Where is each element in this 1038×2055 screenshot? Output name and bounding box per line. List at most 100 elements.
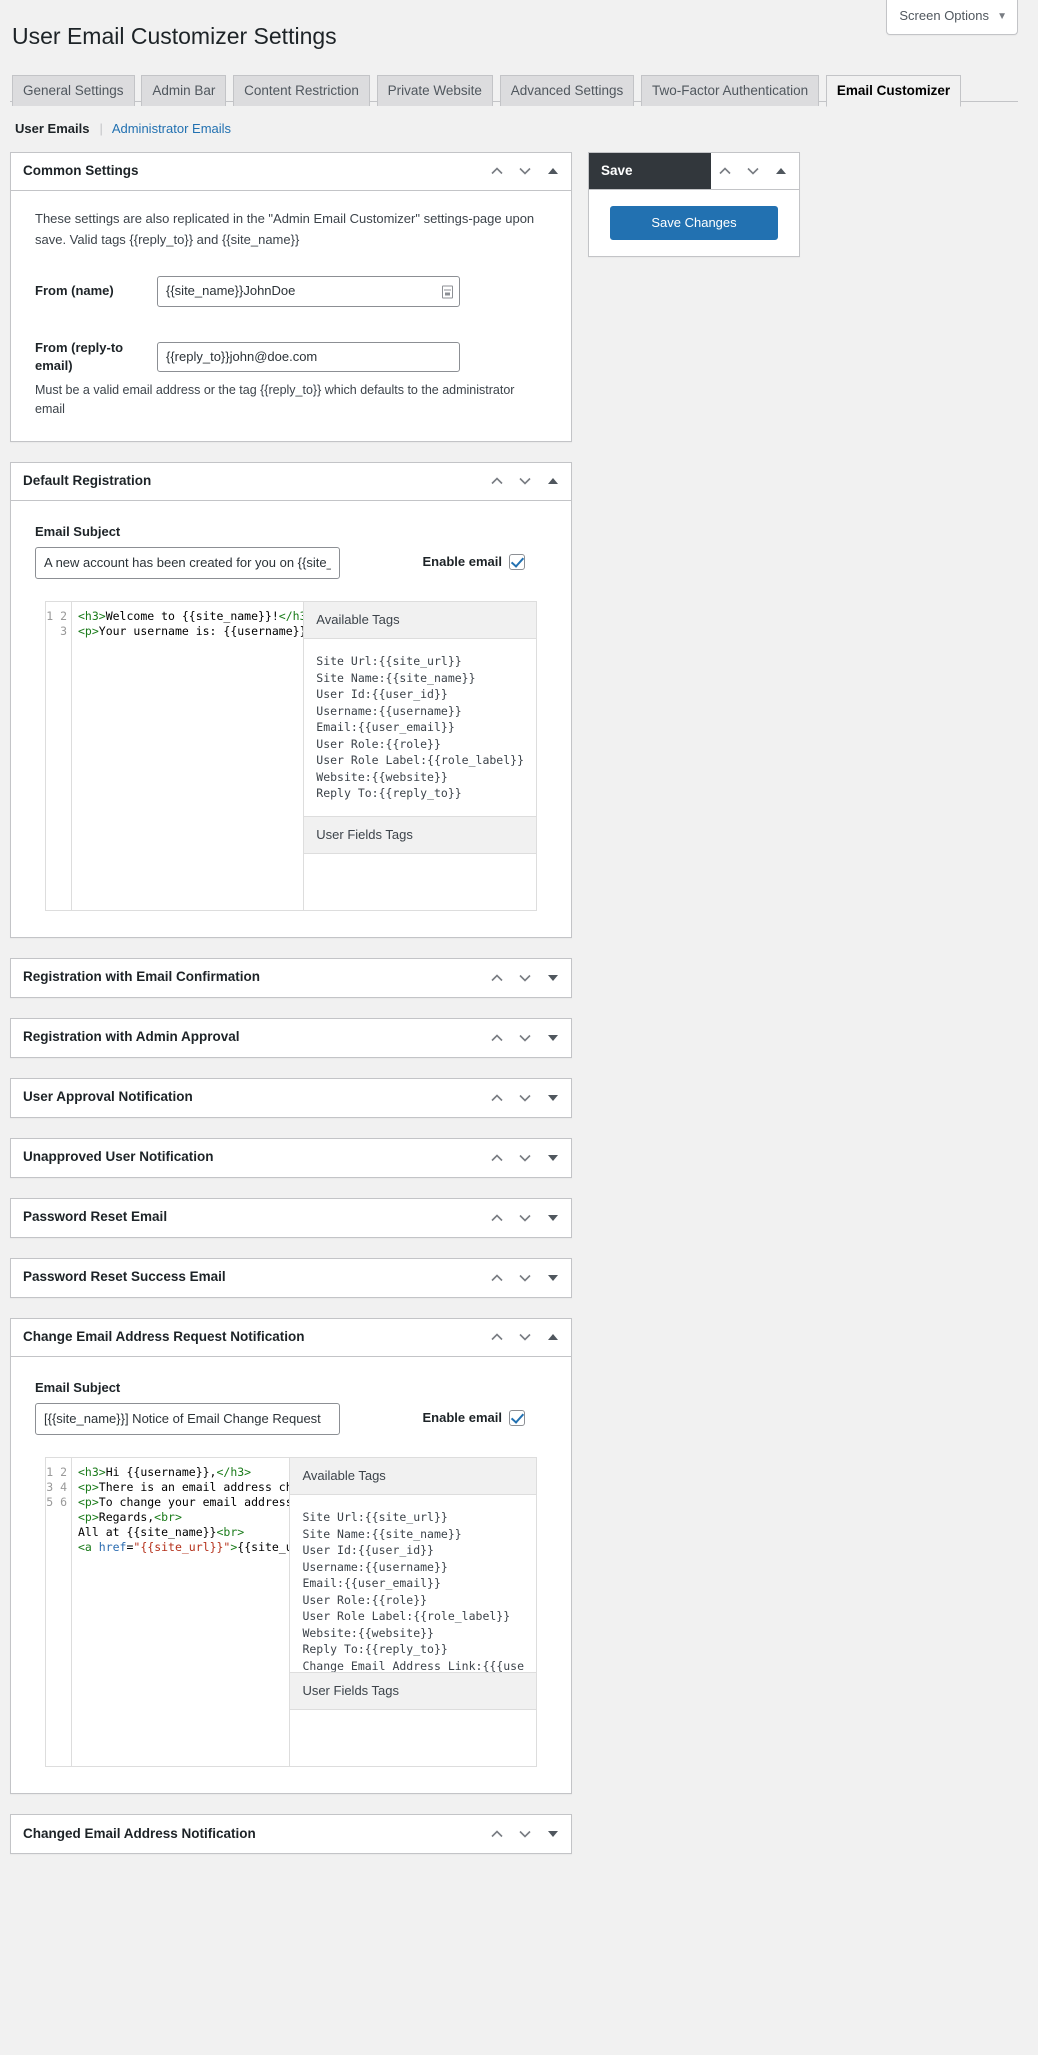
toggle-panel-icon[interactable] xyxy=(539,1816,567,1852)
email-subject-input[interactable] xyxy=(35,1403,340,1436)
from-name-label: From (name) xyxy=(35,283,114,299)
postbox-title[interactable]: User Approval Notification xyxy=(11,1079,483,1116)
postbox-registration-email-confirmation: Registration with Email Confirmation xyxy=(10,957,572,998)
save-box-header: Save xyxy=(589,152,799,190)
move-up-icon[interactable] xyxy=(711,153,739,189)
postbox-title[interactable]: Unapproved User Notification xyxy=(11,1139,483,1176)
postbox-title[interactable]: Common Settings xyxy=(11,153,483,190)
main-tab-admin-bar[interactable]: Admin Bar xyxy=(141,74,227,107)
toggle-panel-icon[interactable] xyxy=(539,1080,567,1116)
move-down-icon[interactable] xyxy=(511,1319,539,1355)
code-editor-content[interactable]: <h3>Welcome to {{site_name}}!</h3> <p>Yo… xyxy=(72,602,303,910)
move-up-icon[interactable] xyxy=(483,463,511,499)
sub-tab-administrator-emails[interactable]: Administrator Emails xyxy=(109,121,234,136)
sub-tab-user-emails[interactable]: User Emails xyxy=(12,121,92,136)
toggle-panel-icon[interactable] xyxy=(539,960,567,996)
save-box-inside: Save Changes xyxy=(589,190,799,256)
move-up-icon[interactable] xyxy=(483,1816,511,1852)
main-tab-advanced-settings[interactable]: Advanced Settings xyxy=(499,74,635,107)
main-tab-bar: General Settings Admin Bar Content Restric… xyxy=(10,66,1018,108)
triangle-down-icon xyxy=(548,1831,558,1838)
main-tab-general-settings[interactable]: General Settings xyxy=(12,74,135,107)
postbox-inside: These settings are also replicated in th… xyxy=(11,209,571,441)
postbox-unapproved-user-notification: Unapproved User Notification xyxy=(10,1137,572,1178)
move-down-icon[interactable] xyxy=(511,463,539,499)
triangle-down-icon xyxy=(548,974,558,981)
postbox-title[interactable]: Password Reset Email xyxy=(11,1199,483,1236)
tags-sidebar: Available Tags Site Url:{{site_url}} Site… xyxy=(303,601,536,910)
available-tags-list[interactable]: Site Url:{{site_url}} Site Name:{{site_n… xyxy=(304,639,536,816)
toggle-panel-icon[interactable] xyxy=(539,153,567,189)
move-up-icon[interactable] xyxy=(483,1020,511,1056)
postbox-inside: Email Subject Enable email 1 2 3<h3>Welcom… xyxy=(11,523,571,937)
triangle-up-icon xyxy=(548,168,558,175)
postbox-title[interactable]: Password Reset Success Email xyxy=(11,1259,483,1296)
move-down-icon[interactable] xyxy=(511,1816,539,1852)
main-tab-email-customizer[interactable]: Email Customizer xyxy=(825,74,962,108)
enable-email-checkbox[interactable] xyxy=(509,1410,525,1427)
from-name-input[interactable] xyxy=(157,276,460,307)
save-changes-button[interactable]: Save Changes xyxy=(610,205,778,241)
main-tab-private-website[interactable]: Private Website xyxy=(376,74,493,107)
postbox-title[interactable]: Change Email Address Request Notificatio… xyxy=(11,1319,483,1356)
triangle-down-icon xyxy=(548,1214,558,1221)
postbox-handle-actions xyxy=(483,960,571,996)
move-down-icon[interactable] xyxy=(511,1260,539,1296)
user-fields-tags-list[interactable] xyxy=(304,853,536,910)
enable-email-block: Enable email xyxy=(423,553,547,579)
move-down-icon[interactable] xyxy=(739,153,767,189)
postbox-registration-admin-approval: Registration with Admin Approval xyxy=(10,1017,572,1058)
postbox-handle-actions xyxy=(483,1200,571,1236)
email-subject-input[interactable] xyxy=(35,546,340,579)
move-up-icon[interactable] xyxy=(483,1260,511,1296)
postbox-default-registration: Default Registration Email Subject Enable … xyxy=(10,461,572,938)
user-fields-tags-header: User Fields Tags xyxy=(304,815,536,854)
toggle-panel-icon[interactable] xyxy=(539,1140,567,1176)
move-down-icon[interactable] xyxy=(511,960,539,996)
toggle-panel-icon[interactable] xyxy=(539,1020,567,1056)
triangle-up-icon xyxy=(776,167,786,174)
main-tab-two-factor-authentication[interactable]: Two-Factor Authentication xyxy=(641,74,820,107)
main-tab-content-restriction[interactable]: Content Restriction xyxy=(233,74,370,107)
available-tags-list[interactable]: Site Url:{{site_url}} Site Name:{{site_n… xyxy=(290,1495,536,1672)
move-up-icon[interactable] xyxy=(483,1319,511,1355)
move-down-icon[interactable] xyxy=(511,1140,539,1176)
postbox-header: Registration with Admin Approval xyxy=(11,1019,571,1057)
postbox-title[interactable]: Registration with Admin Approval xyxy=(11,1019,483,1056)
postbox-title[interactable]: Changed Email Address Notification xyxy=(11,1816,483,1853)
move-up-icon[interactable] xyxy=(483,1080,511,1116)
code-editor-pane[interactable]: 1 2 3<h3>Welcome to {{site_name}}!</h3> … xyxy=(46,601,304,910)
triangle-down-icon xyxy=(548,1094,558,1101)
toggle-panel-icon[interactable] xyxy=(539,1319,567,1355)
toggle-panel-icon[interactable] xyxy=(539,1200,567,1236)
from-name-input-wrapper xyxy=(157,276,460,307)
sub-tab-item: User Emails | xyxy=(12,116,109,142)
move-up-icon[interactable] xyxy=(483,1200,511,1236)
postbox-handle-actions xyxy=(483,463,571,499)
toggle-panel-icon[interactable] xyxy=(539,1260,567,1296)
postbox-header: Default Registration xyxy=(11,463,571,501)
move-down-icon[interactable] xyxy=(511,153,539,189)
code-editor-content[interactable]: <h3>Hi {{username}},</h3> <p>There is an… xyxy=(72,1458,289,1766)
screen-options-button[interactable]: Screen Options ▼ xyxy=(886,0,1018,35)
available-tags-header: Available Tags xyxy=(304,601,536,640)
move-down-icon[interactable] xyxy=(511,1200,539,1236)
move-up-icon[interactable] xyxy=(483,153,511,189)
move-down-icon[interactable] xyxy=(511,1080,539,1116)
code-editor-pane[interactable]: 1 2 3 4 5 6 <h3>Hi {{username}},</h3> <p>… xyxy=(46,1458,290,1767)
postbox-title[interactable]: Registration with Email Confirmation xyxy=(11,959,483,996)
enable-email-checkbox[interactable] xyxy=(509,553,525,570)
tags-sidebar: Available Tags Site Url:{{site_url}} Site… xyxy=(289,1458,536,1767)
move-up-icon[interactable] xyxy=(483,1140,511,1176)
postbox-header: Change Email Address Request Notificatio… xyxy=(11,1319,571,1357)
email-subject-row: Email Subject Enable email xyxy=(35,1379,547,1436)
sub-tab-bar: User Emails | Administrator Emails xyxy=(12,116,1018,142)
postbox-header: Registration with Email Confirmation xyxy=(11,959,571,997)
postbox-title[interactable]: Default Registration xyxy=(11,463,483,500)
move-down-icon[interactable] xyxy=(511,1020,539,1056)
user-fields-tags-list[interactable] xyxy=(290,1710,536,1767)
toggle-panel-icon[interactable] xyxy=(539,463,567,499)
reply-to-input[interactable] xyxy=(157,341,460,372)
move-up-icon[interactable] xyxy=(483,960,511,996)
toggle-panel-icon[interactable] xyxy=(767,153,795,189)
